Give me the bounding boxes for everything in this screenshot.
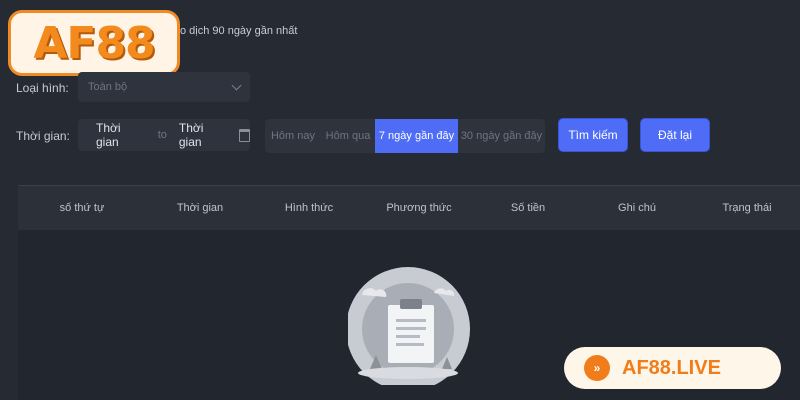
- date-range-picker[interactable]: Thời gian to Thời gian: [78, 119, 250, 151]
- logo-text: AF88: [33, 17, 155, 69]
- range-7days-button[interactable]: 7 ngày gần đây: [375, 119, 458, 153]
- time-label: Thời gian:: [16, 129, 70, 143]
- column-header-method: Phương thức: [386, 202, 452, 214]
- watermark-badge: » AF88.LIVE: [564, 347, 781, 389]
- date-end-field[interactable]: Thời gian: [179, 121, 227, 149]
- range-today-button[interactable]: Hôm nay: [265, 119, 321, 153]
- calendar-icon[interactable]: [238, 128, 250, 142]
- af88-logo: AF88: [8, 10, 180, 76]
- date-range-separator: to: [157, 129, 167, 141]
- column-header-index: số thứ tự: [59, 202, 105, 214]
- reset-button[interactable]: Đặt lại: [641, 119, 709, 151]
- column-header-note: Ghi chú: [618, 202, 656, 214]
- column-header-status: Trạng thái: [722, 202, 772, 214]
- type-select-value: Toàn bộ: [88, 81, 128, 93]
- page-subtitle: o dịch 90 ngày gần nhất: [180, 25, 298, 37]
- watermark-text: AF88.LIVE: [622, 356, 721, 379]
- search-button[interactable]: Tìm kiếm: [559, 119, 627, 151]
- quick-range-selector: Hôm nay Hôm qua 7 ngày gần đây 30 ngày g…: [265, 119, 545, 153]
- column-header-amount: Số tiền: [510, 202, 546, 214]
- empty-state-icon: [348, 267, 470, 385]
- column-header-type: Hình thức: [284, 202, 334, 214]
- type-label: Loại hình:: [16, 81, 69, 95]
- chevron-down-icon: [231, 80, 242, 90]
- date-start-field[interactable]: Thời gian: [96, 121, 144, 149]
- table-header: số thứ tự Thời gian Hình thức Phương thứ…: [18, 185, 800, 230]
- type-select[interactable]: Toàn bộ: [78, 72, 250, 102]
- double-chevron-right-icon: »: [584, 355, 610, 381]
- range-30days-button[interactable]: 30 ngày gần đây: [458, 119, 545, 153]
- column-header-time: Thời gian: [176, 202, 224, 214]
- range-yesterday-button[interactable]: Hôm qua: [321, 119, 375, 153]
